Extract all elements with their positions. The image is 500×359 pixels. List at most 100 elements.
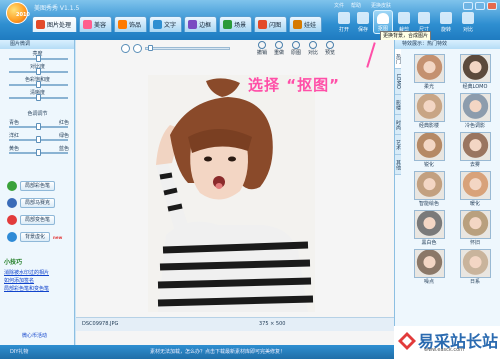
edit-tool-button[interactable]: 原图 [288, 41, 304, 56]
bottom-notice[interactable]: 素材无法加载，怎么办？点击下载最新素材库即可完美修复！ [150, 348, 285, 355]
edit-tool-button[interactable]: 预览 [322, 41, 338, 56]
resize-button[interactable]: 尺寸 [414, 12, 434, 33]
tab-0[interactable]: 图片处理 [32, 16, 78, 32]
effect-thumbnail[interactable]: 冷色调影 [455, 93, 495, 130]
edit-tool-icon [275, 41, 283, 49]
zoom-slider[interactable] [145, 44, 230, 51]
tab-6[interactable]: 闪图 [254, 16, 288, 32]
effect-thumbnail[interactable]: 黑白色 [409, 210, 449, 247]
effect-button[interactable]: 局部马赛克 [7, 197, 69, 209]
effect-preview-image [413, 54, 445, 83]
tab-icon [36, 20, 45, 29]
effect-caption: 怀旧 [469, 240, 480, 246]
tip-link[interactable]: 如何添加签名 [4, 277, 72, 285]
effect-thumbnail[interactable]: 去雾 [455, 132, 495, 169]
tab-5[interactable]: 场景 [219, 16, 253, 32]
slider-thumb[interactable] [35, 123, 41, 130]
effect-caption: 锐化 [423, 162, 434, 168]
rotate-button[interactable]: 旋转 [436, 12, 456, 33]
effect-thumbnail[interactable]: 暖化 [455, 171, 495, 208]
adjust-slider[interactable]: 黄色 蓝色 [0, 145, 75, 158]
slider-left-label: 青色 [9, 120, 20, 126]
edit-tool-button[interactable]: 撤销 [254, 41, 270, 56]
tab-1[interactable]: 美容 [79, 16, 113, 32]
effect-thumbnail[interactable]: 日系 [455, 249, 495, 286]
resize-icon [418, 12, 430, 24]
effect-category-tab[interactable]: LOMO [395, 69, 401, 95]
tab-label: 图片处理 [47, 22, 72, 29]
tip-link[interactable]: 消除被水印过的相片 [4, 269, 72, 277]
effect-category-tab[interactable]: 艺术 [395, 135, 401, 155]
effect-category-tab[interactable]: 时尚 [395, 115, 401, 135]
close-button[interactable] [487, 2, 497, 10]
tab-icon [118, 20, 128, 29]
tab-2[interactable]: 饰品 [114, 16, 148, 32]
effect-caption: 经典LOMO [462, 84, 488, 90]
zoom-thumb[interactable] [148, 44, 153, 51]
watermark-logo-icon [398, 332, 416, 350]
adjust-slider[interactable]: 对比度 [0, 64, 75, 77]
slider-thumb[interactable] [35, 136, 41, 143]
effect-preview-image [459, 132, 491, 161]
effect-label: 局部马赛克 [20, 198, 56, 208]
menu-skin[interactable]: 更换皮肤 [371, 2, 391, 9]
effect-label: 背景虚化 [20, 232, 51, 242]
save-button[interactable]: 保存 [353, 12, 373, 33]
effect-category-tab[interactable]: 影楼 [395, 95, 401, 115]
effect-thumbnail[interactable]: 锐化 [409, 132, 449, 169]
color-heading: 色调调节 [27, 111, 48, 117]
edit-tool-button[interactable]: 对比 [305, 41, 321, 56]
edit-tool-button[interactable]: 重做 [271, 41, 287, 56]
tab-7[interactable]: 娃娃 [289, 16, 323, 32]
adjust-slider[interactable]: 洋红 绿色 [0, 132, 75, 145]
promo-link[interactable]: 微心币活动 [22, 332, 47, 339]
slider-thumb[interactable] [35, 81, 41, 88]
effect-thumbnail[interactable]: 智能绘色 [409, 171, 449, 208]
tab-label: 文字 [164, 22, 177, 29]
save-icon [357, 12, 369, 24]
menu-file[interactable]: 文件 [334, 2, 344, 9]
tab-icon [153, 20, 163, 29]
zoom-in-icon[interactable] [133, 43, 142, 53]
compare-button[interactable]: 对比 [458, 12, 478, 33]
watermark: 易采站长站 www.easck.com [394, 326, 500, 359]
adjust-slider[interactable]: 色彩饱和度 [0, 77, 75, 90]
slider-thumb[interactable] [35, 68, 41, 75]
effect-button[interactable]: 局部彩色笔 [7, 180, 69, 192]
tab-3[interactable]: 文字 [149, 16, 183, 32]
effect-button[interactable]: 局部变色笔 [7, 214, 69, 226]
slider-thumb[interactable] [35, 55, 41, 62]
slider-group: 亮度 对比度 色彩饱和度 清晰度 [0, 51, 75, 103]
adjust-slider[interactable]: 亮度 [0, 51, 75, 64]
effect-label: 局部变色笔 [20, 215, 56, 225]
effect-category-tab[interactable]: 热门 [395, 49, 401, 69]
cutout-icon [377, 13, 389, 24]
effect-thumbnail[interactable]: 柔光 [409, 54, 449, 91]
menu-help[interactable]: 帮助 [351, 2, 361, 9]
effect-preview-image [413, 210, 445, 239]
effect-thumbnail[interactable]: 怀旧 [455, 210, 495, 247]
effect-button[interactable]: 背景虚化 new [7, 231, 69, 243]
slider-right-label: 绿色 [58, 133, 69, 139]
tip-link[interactable]: 局部彩色笔和变色笔 [4, 285, 72, 293]
effect-preview-image [459, 249, 491, 278]
maximize-button[interactable] [475, 2, 485, 10]
app-window: 2010 美图秀秀 V1.1.5 图片处理 美容 饰品 文字 边框 场景 闪图 娃娃 文件 帮… [0, 0, 500, 359]
slider-thumb[interactable] [35, 94, 41, 101]
adjust-slider[interactable]: 青色 红色 [0, 119, 75, 132]
watermark-url: www.easck.com [424, 347, 465, 353]
crop-button[interactable]: 裁剪 [394, 12, 414, 33]
slider-thumb[interactable] [35, 149, 41, 156]
zoom-out-icon[interactable] [121, 43, 130, 53]
adjust-heading: 图片微调 [0, 40, 74, 49]
adjust-slider[interactable]: 清晰度 [0, 90, 75, 103]
effect-thumbnail[interactable]: 经典LOMO [455, 54, 495, 91]
minimize-button[interactable] [463, 2, 473, 10]
diy-gift-link[interactable]: DIY礼物 [10, 348, 28, 355]
tab-4[interactable]: 边框 [184, 16, 218, 32]
effect-thumbnail[interactable]: 噪点 [409, 249, 449, 286]
open-button[interactable]: 打开 [334, 12, 354, 33]
effect-thumbnail[interactable]: 经典影楼 [409, 93, 449, 130]
photo-canvas[interactable] [148, 75, 315, 312]
effect-category-tab[interactable]: 其他 [395, 155, 401, 175]
